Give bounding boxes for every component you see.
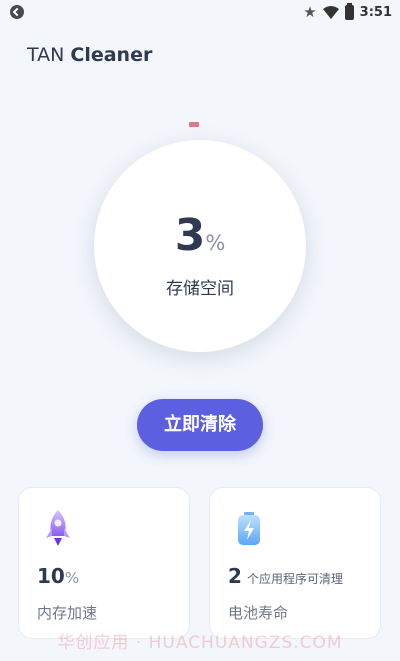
battery-value: 2 个应用程序可清理 bbox=[228, 564, 343, 588]
storage-label: 存储空间 bbox=[166, 279, 234, 299]
clean-now-button[interactable]: 立即清除 bbox=[137, 399, 263, 451]
app-title: TAN Cleaner bbox=[27, 44, 152, 66]
watermark: 华创应用 · HUACHUANGZS.COM bbox=[57, 633, 343, 653]
battery-charge-icon bbox=[232, 508, 266, 548]
storage-value: 3 bbox=[174, 210, 206, 261]
status-icons: ★ 3:51 bbox=[303, 2, 392, 21]
storage-gauge[interactable]: 3% 存储空间 bbox=[94, 140, 306, 352]
battery-value-suffix: 个应用程序可清理 bbox=[247, 572, 344, 586]
rocket-icon bbox=[41, 508, 75, 548]
battery-life-card[interactable]: 2 个应用程序可清理 电池寿命 bbox=[209, 487, 381, 639]
battery-value-number: 2 bbox=[228, 564, 242, 588]
storage-unit: % bbox=[205, 231, 226, 255]
app-title-bold: Cleaner bbox=[70, 44, 153, 66]
memory-value-number: 10 bbox=[37, 564, 65, 588]
memory-value-unit: % bbox=[64, 569, 80, 587]
memory-value: 10% bbox=[37, 564, 79, 588]
wifi-icon bbox=[322, 5, 339, 19]
status-bar: ★ 3:51 bbox=[0, 0, 400, 24]
storage-percentage: 3% bbox=[94, 210, 306, 261]
app-notification-icon bbox=[10, 5, 24, 19]
memory-label: 内存加速 bbox=[37, 604, 98, 622]
star-icon: ★ bbox=[303, 3, 317, 21]
progress-indicator-mark bbox=[189, 122, 199, 127]
battery-label: 电池寿命 bbox=[228, 604, 289, 622]
battery-icon bbox=[344, 2, 354, 20]
status-time: 3:51 bbox=[359, 4, 392, 20]
memory-boost-card[interactable]: 10% 内存加速 bbox=[18, 487, 190, 639]
app-title-light: TAN bbox=[27, 44, 65, 66]
